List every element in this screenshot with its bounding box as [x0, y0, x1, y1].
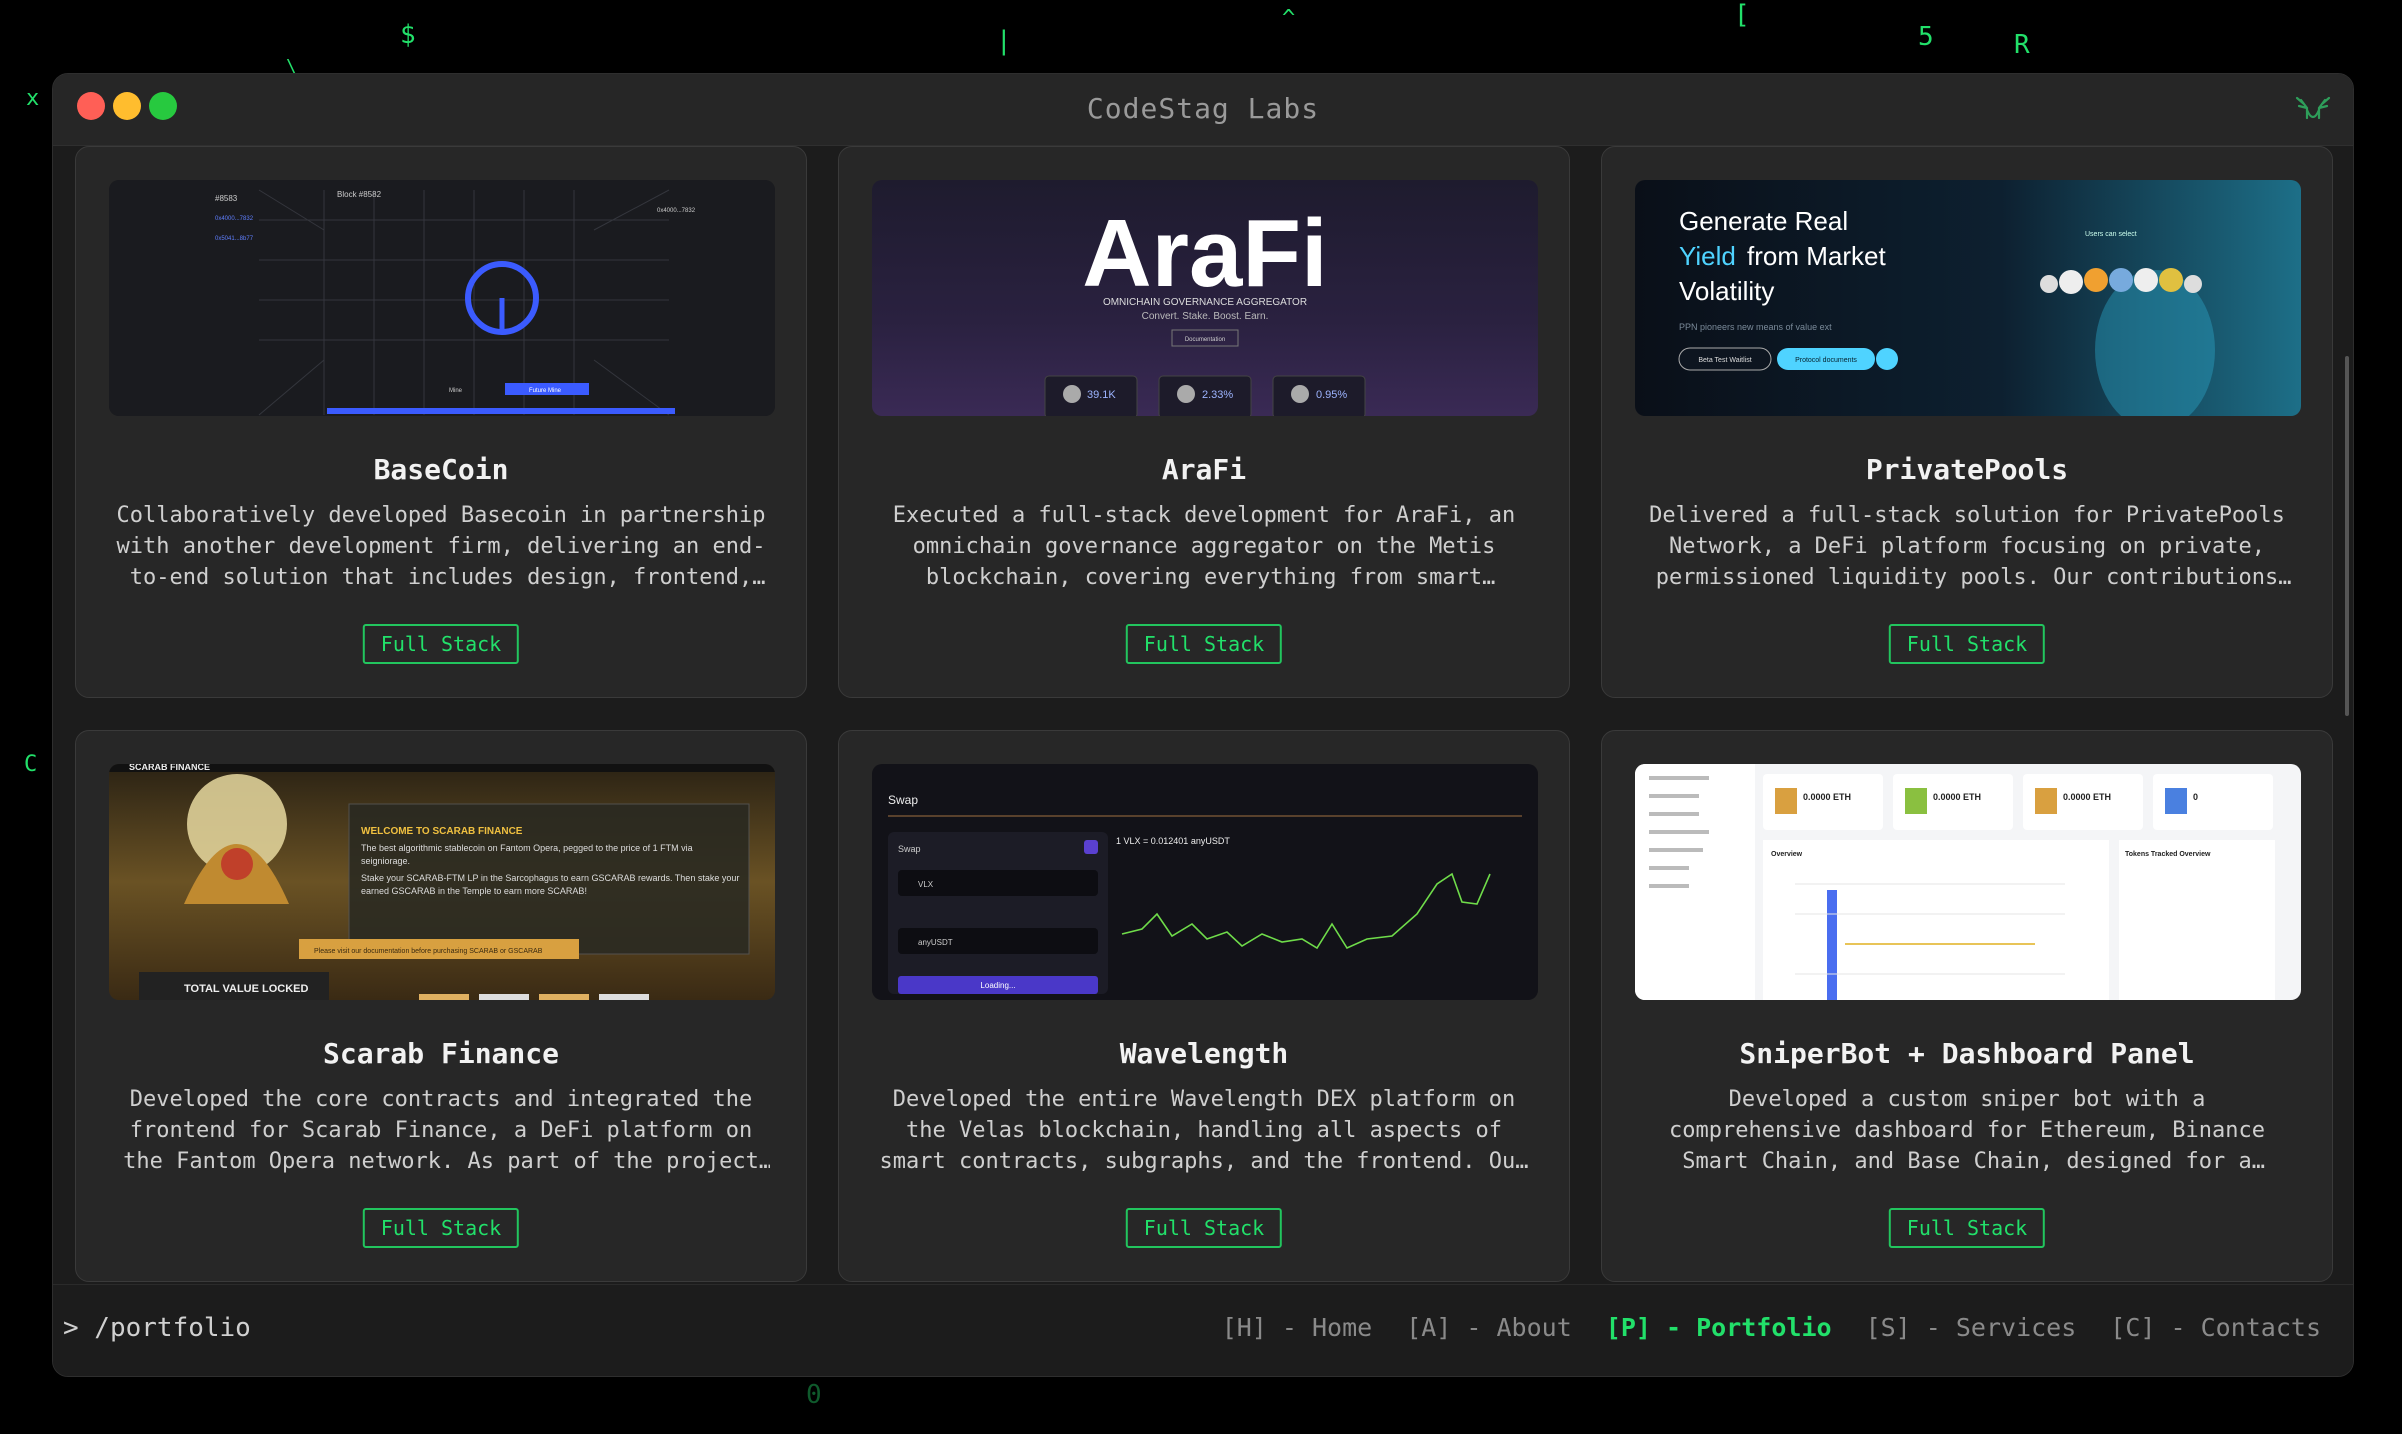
project-description: Delivered a full-stack solution for Priv… [1649, 503, 2285, 590]
project-tag: Full Stack [1125, 1208, 1283, 1248]
nav-portfolio[interactable]: [P] - Portfolio [1606, 1313, 1832, 1342]
svg-text:0x4000...7832: 0x4000...7832 [215, 216, 254, 222]
project-description: Executed a full-stack development for Ar… [892, 503, 1516, 590]
preview-block-left: #8583 [215, 194, 238, 203]
preview-headline-2: from Market [1747, 241, 1886, 271]
preview-btn-mine: Mine [449, 388, 463, 394]
project-tag: Full Stack [1125, 624, 1283, 664]
preview-welcome: WELCOME TO SCARAB FINANCE [361, 826, 523, 837]
project-tag: Full Stack [1888, 624, 2046, 664]
preview-overview: Overview [1771, 851, 1803, 858]
project-title: AraFi [1161, 453, 1247, 486]
project-card-basecoin[interactable]: #8583 Block #8582 Mine Future Mine 0x400… [75, 146, 807, 698]
preview-doc-button: Documentation [1185, 337, 1225, 343]
project-description: Developed the entire Wavelength DEX plat… [879, 1087, 1529, 1174]
preview-tvl: TOTAL VALUE LOCKED [184, 983, 309, 995]
svg-text:0x5041...8b77: 0x5041...8b77 [215, 236, 254, 242]
nav-home[interactable]: [H] - Home [1222, 1313, 1373, 1342]
status-bar: > /portfolio [H] - Home [A] - About [P] … [53, 1284, 2353, 1376]
rain-glyph: ^ [1282, 6, 1296, 31]
portfolio-grid: #8583 Block #8582 Mine Future Mine 0x400… [53, 146, 2353, 1356]
rain-glyph: | [996, 26, 1012, 56]
project-title: Wavelength [1119, 1037, 1289, 1070]
title-bar: CodeStag Labs [53, 74, 2353, 146]
preview-brand: AraFi [1082, 200, 1327, 307]
stag-icon [2295, 96, 2331, 120]
preview-btn-future: Future Mine [529, 388, 562, 394]
project-title: PrivatePools [1865, 453, 2069, 486]
preview-tracked: Tokens Tracked Overview [2125, 851, 2211, 858]
preview-warning: Please visit our documentation before pu… [314, 948, 543, 955]
preview-line-2: Stake your SCARAB-FTM LP in the Sarcopha… [361, 873, 740, 896]
preview-rate: 1 VLX = 0.012401 anyUSDT [1116, 836, 1230, 846]
rain-glyph: $ [400, 20, 416, 50]
project-card-privatepools[interactable]: Generate Real Yield from Market Volatili… [1601, 146, 2333, 698]
rain-glyph: R [2014, 30, 2030, 60]
rain-glyph: 5 [1918, 22, 1934, 52]
project-tag: Full Stack [362, 624, 520, 664]
preview-tagline: Convert. Stake. Boost. Earn. [1142, 311, 1269, 322]
preview-stat: 2.33% [1202, 389, 1233, 401]
nav-contacts[interactable]: [C] - Contacts [2110, 1313, 2321, 1342]
project-preview: #8583 Block #8582 Mine Future Mine 0x400… [109, 180, 775, 416]
preview-stat: 0.95% [1316, 389, 1347, 401]
preview-token-from: VLX [918, 880, 934, 889]
project-preview: AraFi OMNICHAIN GOVERNANCE AGGREGATOR Co… [872, 180, 1538, 416]
project-card-sniperbot[interactable]: 0.0000 ETH 0.0000 ETH 0.0000 ETH 0 Overv… [1601, 730, 2333, 1282]
preview-stat: 39.1K [1087, 389, 1116, 401]
preview-users-label: Users can select [2085, 231, 2137, 238]
preview-heading: Swap [888, 793, 918, 807]
project-preview: Generate Real Yield from Market Volatili… [1635, 180, 2301, 416]
project-preview: 0.0000 ETH 0.0000 ETH 0.0000 ETH 0 Overv… [1635, 764, 2301, 1000]
rain-glyph: C [24, 752, 38, 777]
nav-about[interactable]: [A] - About [1406, 1313, 1572, 1342]
preview-stat: 0.0000 ETH [1803, 792, 1851, 802]
preview-stat: 0 [2193, 792, 2198, 802]
project-preview: Swap Swap VLX anyUSDT Loading... 1 VLX =… [872, 764, 1538, 1000]
rain-glyph: x [26, 86, 40, 111]
preview-headline-1: Generate Real [1679, 206, 1848, 236]
preview-btn-2: Protocol documents [1795, 357, 1857, 364]
scrollbar[interactable] [2345, 356, 2349, 716]
project-preview: SCARAB FINANCE WELCOME TO SCARAB FINANCE… [109, 764, 775, 1000]
project-tag: Full Stack [362, 1208, 520, 1248]
rain-glyph: [ [1734, 0, 1750, 30]
project-card-scarab-finance[interactable]: SCARAB FINANCE WELCOME TO SCARAB FINANCE… [75, 730, 807, 1282]
preview-block-center: Block #8582 [337, 190, 382, 199]
preview-panel: Swap [898, 844, 921, 854]
project-tag: Full Stack [1888, 1208, 2046, 1248]
terminal-nav: [H] - Home [A] - About [P] - Portfolio [… [1222, 1313, 2321, 1342]
preview-token-to: anyUSDT [918, 938, 953, 947]
preview-stat: 0.0000 ETH [2063, 792, 2111, 802]
path-prompt: > /portfolio [63, 1313, 251, 1343]
project-description: Developed the core contracts and integra… [123, 1087, 759, 1174]
preview-line-1: The best algorithmic stablecoin on Fanto… [361, 843, 693, 866]
preview-headline-3: Volatility [1679, 276, 1774, 306]
nav-services[interactable]: [S] - Services [1866, 1313, 2077, 1342]
project-description: Developed a custom sniper bot with a com… [1668, 1087, 2266, 1174]
project-title: SniperBot + Dashboard Panel [1739, 1037, 2195, 1070]
preview-brand: SCARAB FINANCE [129, 764, 210, 772]
project-description: Collaboratively developed Basecoin in pa… [116, 503, 766, 590]
svg-text:0x4000...7832: 0x4000...7832 [657, 208, 696, 214]
preview-stat: 0.0000 ETH [1933, 792, 1981, 802]
preview-loading: Loading... [980, 981, 1015, 990]
rain-glyph: 0 [806, 1380, 822, 1410]
window-title: CodeStag Labs [1086, 92, 1320, 125]
project-card-wavelength[interactable]: Swap Swap VLX anyUSDT Loading... 1 VLX =… [838, 730, 1570, 1282]
preview-btn-1: Beta Test Waitlist [1698, 357, 1751, 364]
project-title: Scarab Finance [322, 1037, 559, 1070]
terminal-window: CodeStag Labs #8583 Block #8582 Mine Fut… [52, 73, 2354, 1377]
preview-sub: PPN pioneers new means of value ext [1679, 322, 1832, 332]
preview-subtitle: OMNICHAIN GOVERNANCE AGGREGATOR [1103, 297, 1307, 308]
preview-headline-accent: Yield [1679, 241, 1736, 271]
project-title: BaseCoin [373, 453, 509, 486]
project-card-arafi[interactable]: AraFi OMNICHAIN GOVERNANCE AGGREGATOR Co… [838, 146, 1570, 698]
